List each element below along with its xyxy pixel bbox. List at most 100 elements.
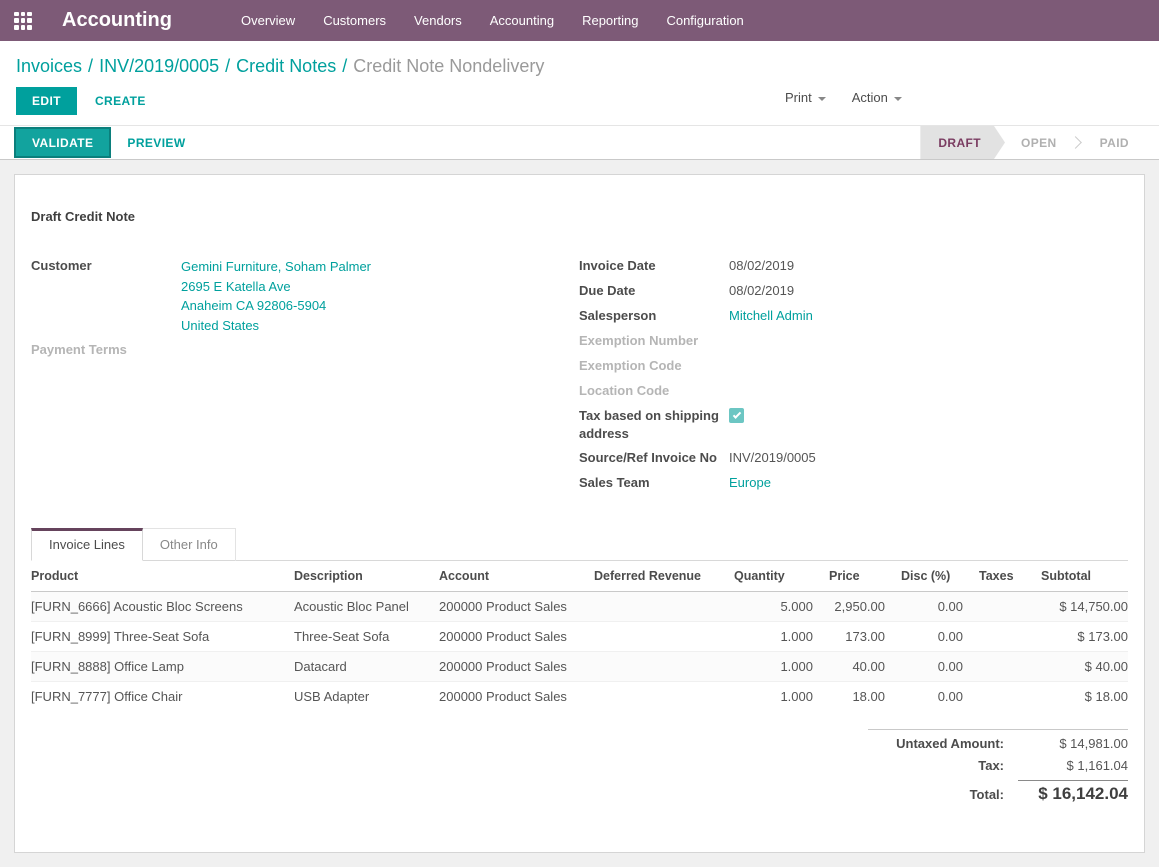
invoice-line-row[interactable]: [FURN_6666] Acoustic Bloc Screens Acoust… xyxy=(31,592,1128,622)
invoice-line-row[interactable]: [FURN_7777] Office Chair USB Adapter 200… xyxy=(31,682,1128,712)
field-sales-team: Sales Team Europe xyxy=(579,474,1128,493)
tax-shipping-checkbox[interactable] xyxy=(729,408,744,423)
cell-deferred-revenue xyxy=(586,592,726,622)
notebook-tabs: Invoice Lines Other Info xyxy=(31,527,1128,561)
form-sheet: Draft Credit Note Customer Gemini Furnit… xyxy=(14,174,1145,853)
due-date-label: Due Date xyxy=(579,282,729,300)
cell-disc: 0.00 xyxy=(893,622,971,652)
form-column-right: Invoice Date 08/02/2019 Due Date 08/02/2… xyxy=(579,257,1128,499)
salesperson-label: Salesperson xyxy=(579,307,729,325)
nav-item-customers[interactable]: Customers xyxy=(309,0,400,41)
breadcrumb-current: Credit Note Nondelivery xyxy=(353,56,544,76)
col-header-disc[interactable]: Disc (%) xyxy=(893,561,971,592)
invoice-date-label: Invoice Date xyxy=(579,257,729,275)
cell-quantity: 1.000 xyxy=(726,682,821,712)
edit-button[interactable]: EDIT xyxy=(16,87,77,115)
sales-team-label: Sales Team xyxy=(579,474,729,492)
customer-name-link[interactable]: Gemini Furniture, Soham Palmer xyxy=(181,257,371,277)
location-code-label: Location Code xyxy=(579,382,729,400)
cell-disc: 0.00 xyxy=(893,682,971,712)
nav-item-configuration[interactable]: Configuration xyxy=(652,0,757,41)
form-column-left: Customer Gemini Furniture, Soham Palmer … xyxy=(31,257,579,499)
cell-taxes xyxy=(971,682,1033,712)
cell-quantity: 1.000 xyxy=(726,622,821,652)
chevron-down-icon xyxy=(894,97,902,101)
cell-price: 40.00 xyxy=(821,652,893,682)
cell-product: [FURN_8888] Office Lamp xyxy=(31,652,286,682)
col-header-quantity[interactable]: Quantity xyxy=(726,561,821,592)
field-location-code: Location Code xyxy=(579,382,1128,401)
customer-value: Gemini Furniture, Soham Palmer 2695 E Ka… xyxy=(181,257,371,335)
col-header-product[interactable]: Product xyxy=(31,561,286,592)
tax-row: Tax: $ 1,161.04 xyxy=(868,758,1128,773)
apps-grid-icon[interactable] xyxy=(14,12,32,30)
button-row: EDIT CREATE Print Action xyxy=(0,78,1159,125)
breadcrumb-link-credit-notes[interactable]: Credit Notes xyxy=(236,56,336,76)
cell-subtotal: $ 173.00 xyxy=(1033,622,1128,652)
create-button[interactable]: CREATE xyxy=(95,94,146,108)
nav-item-accounting[interactable]: Accounting xyxy=(476,0,568,41)
cell-disc: 0.00 xyxy=(893,652,971,682)
action-dropdown[interactable]: Action xyxy=(852,90,902,105)
total-value: $ 16,142.04 xyxy=(1018,780,1128,804)
col-header-account[interactable]: Account xyxy=(431,561,586,592)
print-dropdown[interactable]: Print xyxy=(785,90,826,105)
cell-account: 200000 Product Sales xyxy=(431,652,586,682)
invoice-line-row[interactable]: [FURN_8888] Office Lamp Datacard 200000 … xyxy=(31,652,1128,682)
tab-invoice-lines[interactable]: Invoice Lines xyxy=(31,528,143,561)
breadcrumb: Invoices/INV/2019/0005/Credit Notes/Cred… xyxy=(0,41,1159,78)
cell-price: 2,950.00 xyxy=(821,592,893,622)
chevron-down-icon xyxy=(818,97,826,101)
validate-button[interactable]: VALIDATE xyxy=(14,127,111,158)
untaxed-amount-value: $ 14,981.00 xyxy=(1018,736,1128,751)
sales-team-link[interactable]: Europe xyxy=(729,474,771,492)
col-header-deferred-revenue[interactable]: Deferred Revenue xyxy=(586,561,726,592)
statusbar: VALIDATE PREVIEW DRAFT OPEN PAID xyxy=(0,125,1159,160)
col-header-price[interactable]: Price xyxy=(821,561,893,592)
tab-other-info[interactable]: Other Info xyxy=(143,528,236,561)
col-header-taxes[interactable]: Taxes xyxy=(971,561,1033,592)
cell-deferred-revenue xyxy=(586,682,726,712)
total-row: Total: $ 16,142.04 xyxy=(868,780,1128,804)
cell-price: 173.00 xyxy=(821,622,893,652)
cell-product: [FURN_7777] Office Chair xyxy=(31,682,286,712)
cell-disc: 0.00 xyxy=(893,592,971,622)
nav-item-reporting[interactable]: Reporting xyxy=(568,0,652,41)
totals-block: Untaxed Amount: $ 14,981.00 Tax: $ 1,161… xyxy=(868,729,1128,811)
customer-address-line[interactable]: United States xyxy=(181,316,371,336)
app-title[interactable]: Accounting xyxy=(62,9,172,32)
invoice-line-row[interactable]: [FURN_8999] Three-Seat Sofa Three-Seat S… xyxy=(31,622,1128,652)
salesperson-link[interactable]: Mitchell Admin xyxy=(729,307,813,325)
cell-description: Three-Seat Sofa xyxy=(286,622,431,652)
invoice-date-value: 08/02/2019 xyxy=(729,257,794,275)
due-date-value: 08/02/2019 xyxy=(729,282,794,300)
source-ref-value: INV/2019/0005 xyxy=(729,449,816,467)
field-exemption-code: Exemption Code xyxy=(579,357,1128,376)
preview-button[interactable]: PREVIEW xyxy=(127,126,185,159)
nav-item-vendors[interactable]: Vendors xyxy=(400,0,476,41)
nav-menu: Overview Customers Vendors Accounting Re… xyxy=(227,0,758,41)
invoice-lines-table: Product Description Account Deferred Rev… xyxy=(31,561,1128,711)
breadcrumb-separator: / xyxy=(336,56,353,76)
tax-shipping-label: Tax based on shipping address xyxy=(579,407,729,443)
customer-address-line[interactable]: Anaheim CA 92806-5904 xyxy=(181,296,371,316)
total-label: Total: xyxy=(868,787,1018,802)
status-state-open[interactable]: OPEN xyxy=(1005,126,1073,159)
cell-product: [FURN_8999] Three-Seat Sofa xyxy=(31,622,286,652)
exemption-number-label: Exemption Number xyxy=(579,332,729,350)
breadcrumb-link-invoices[interactable]: Invoices xyxy=(16,56,82,76)
customer-address-line[interactable]: 2695 E Katella Ave xyxy=(181,277,371,297)
dropdown-group: Print Action xyxy=(785,90,928,105)
tax-label: Tax: xyxy=(868,758,1018,773)
nav-item-overview[interactable]: Overview xyxy=(227,0,309,41)
col-header-subtotal[interactable]: Subtotal xyxy=(1033,561,1128,592)
field-salesperson: Salesperson Mitchell Admin xyxy=(579,307,1128,326)
document-title: Draft Credit Note xyxy=(31,209,1128,224)
breadcrumb-link-invoice-number[interactable]: INV/2019/0005 xyxy=(99,56,219,76)
customer-label: Customer xyxy=(31,257,181,275)
cell-subtotal: $ 14,750.00 xyxy=(1033,592,1128,622)
status-state-draft[interactable]: DRAFT xyxy=(920,126,1005,159)
payment-terms-label: Payment Terms xyxy=(31,341,181,359)
col-header-description[interactable]: Description xyxy=(286,561,431,592)
status-state-paid[interactable]: PAID xyxy=(1084,126,1145,159)
